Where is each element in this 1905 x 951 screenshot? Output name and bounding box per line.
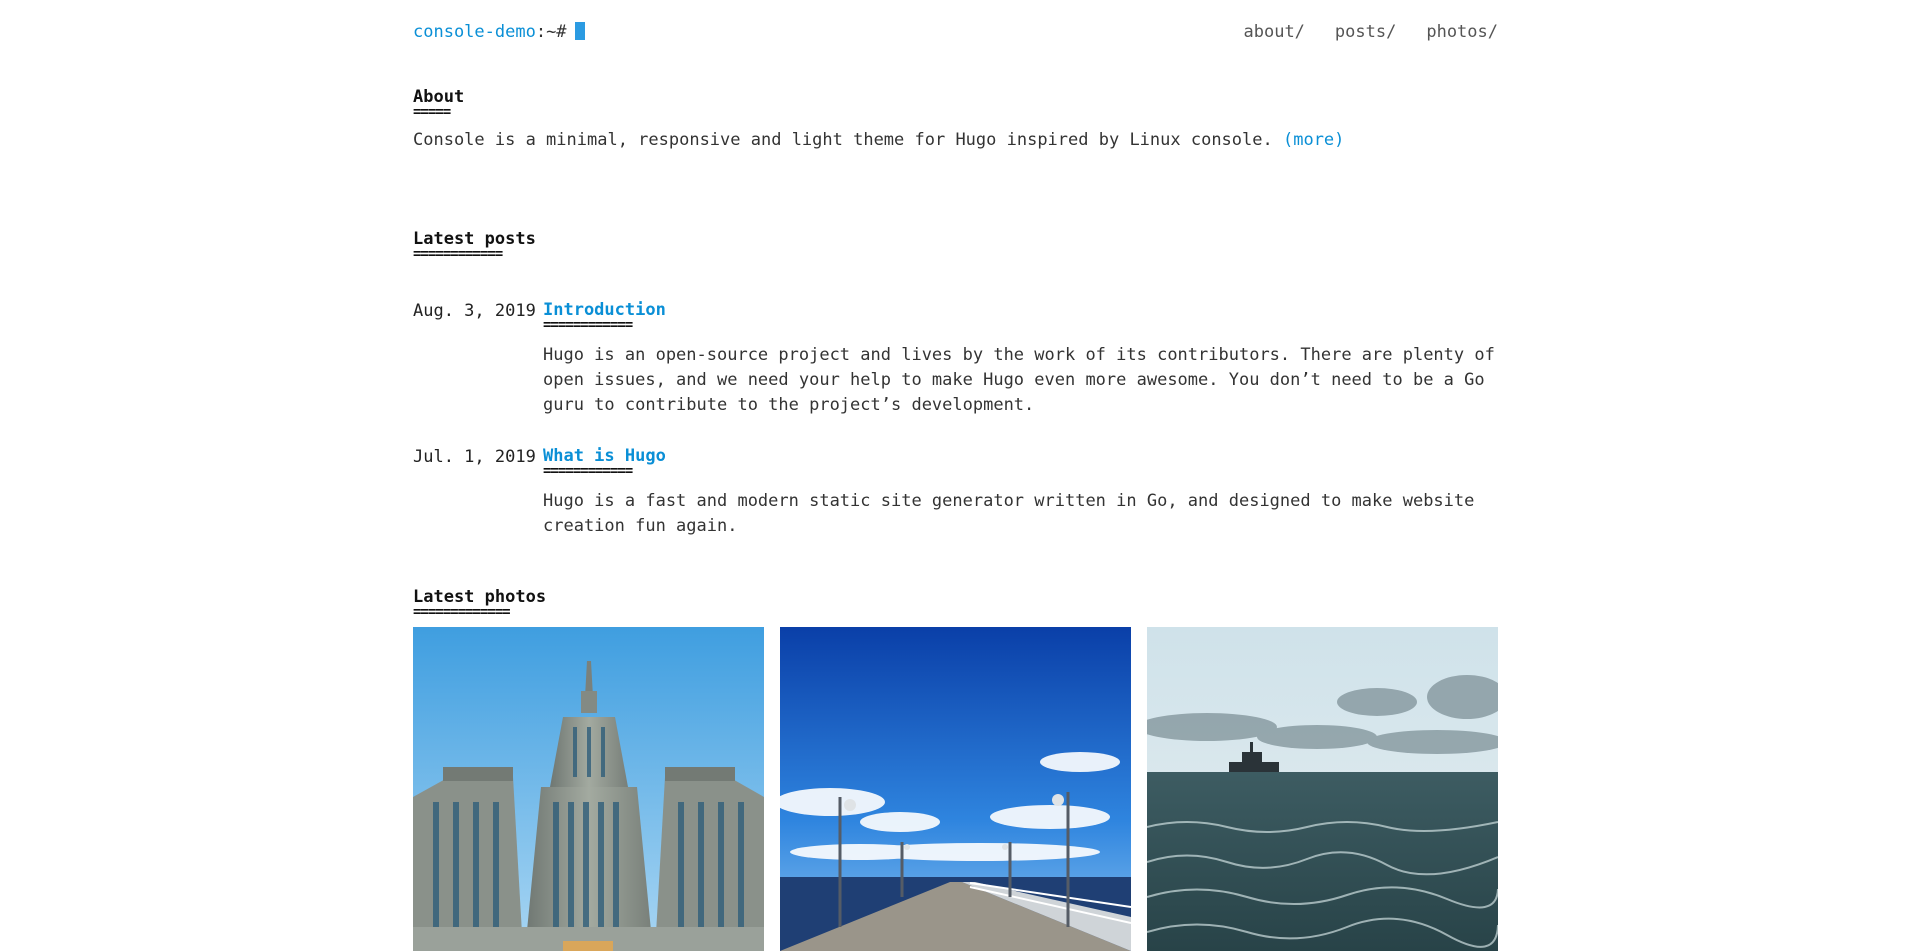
terminal-cursor [574, 22, 585, 40]
post-title-link[interactable]: Introduction [543, 301, 1498, 319]
latest-posts-heading-block: Latest posts ============ [413, 230, 536, 260]
photo-sea-ship[interactable] [1147, 627, 1498, 951]
latest-photos-heading-underline: ============= [413, 606, 511, 618]
nav-about-link[interactable]: about/ [1244, 22, 1305, 42]
prompt-text: :~# [535, 22, 567, 42]
page-container: console-demo:~# about/ posts/ photos/ Ab… [413, 0, 1498, 951]
post-summary: Hugo is a fast and modern static site ge… [543, 491, 1475, 536]
latest-posts-heading-underline: ============ [413, 248, 503, 260]
post-body: What is Hugo ============ Hugo is a fast… [543, 447, 1498, 539]
sea-ship-photo-icon [1147, 627, 1498, 951]
site-name-link[interactable]: console-demo [413, 22, 536, 42]
photo-grid [413, 627, 1498, 951]
post-title-link[interactable]: What is Hugo [543, 447, 1498, 465]
about-heading-underline: ===== [413, 106, 451, 118]
post-title-underline: ============ [543, 319, 633, 331]
post-body: Introduction ============ Hugo is an ope… [543, 301, 1498, 418]
photo-pier[interactable] [780, 627, 1131, 951]
post-summary: Hugo is an open-source project and lives… [543, 345, 1495, 415]
pier-photo-icon [780, 627, 1131, 951]
photo-tower-building[interactable] [413, 627, 764, 951]
latest-posts-heading: Latest posts [413, 229, 536, 249]
about-section: About ===== Console is a minimal, respon… [413, 88, 1344, 150]
nav-posts-link[interactable]: posts/ [1335, 22, 1396, 42]
nav-photos-link[interactable]: photos/ [1426, 22, 1498, 42]
about-text: Console is a minimal, responsive and lig… [413, 130, 1344, 150]
about-heading: About [413, 87, 465, 107]
post-title-underline: ============ [543, 465, 633, 477]
post-date: Aug. 3, 2019 [413, 301, 536, 321]
post-date: Jul. 1, 2019 [413, 447, 536, 467]
about-more-link[interactable]: (more) [1283, 130, 1344, 150]
latest-photos-heading: Latest photos [413, 587, 547, 607]
tower-building-photo-icon [413, 627, 764, 951]
latest-photos-heading-block: Latest photos ============= [413, 588, 546, 618]
main-nav: about/ posts/ photos/ [1244, 22, 1499, 42]
site-logo[interactable]: console-demo:~# [413, 22, 585, 42]
about-description: Console is a minimal, responsive and lig… [413, 130, 1273, 150]
site-header: console-demo:~# about/ posts/ photos/ [413, 0, 1498, 64]
